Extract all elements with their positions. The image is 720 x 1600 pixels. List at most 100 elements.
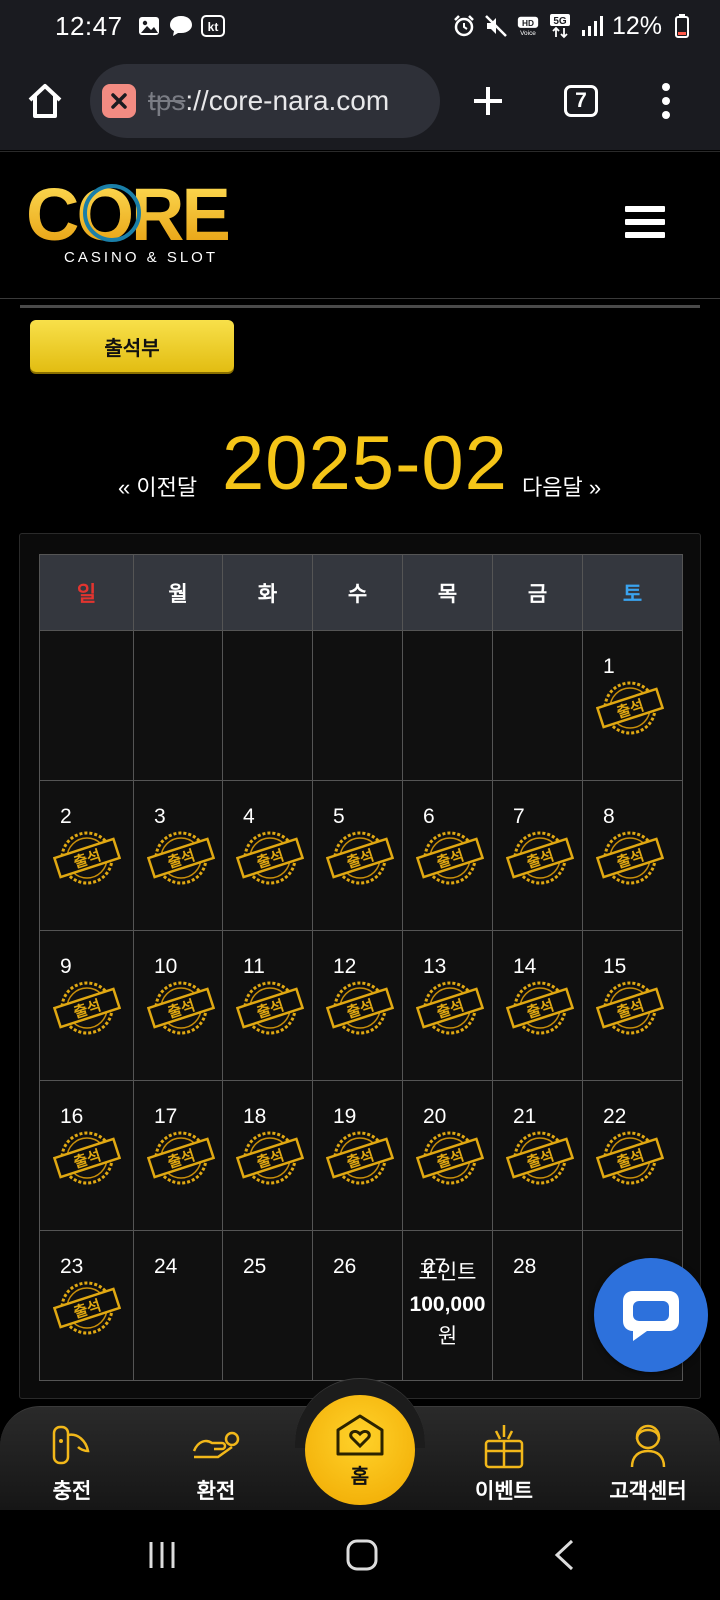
- nav-withdraw-label: 환전: [196, 1480, 236, 1503]
- browser-toolbar: tps://core-nara.com 7: [0, 52, 720, 150]
- calendar-day-cell: [312, 630, 403, 781]
- day-number: 17: [154, 1105, 178, 1128]
- point-reward: 포인트 100,000 원: [403, 1257, 492, 1353]
- day-number: 28: [513, 1255, 537, 1278]
- attendance-stamp-icon: 출석: [53, 981, 121, 1035]
- calendar-day-cell[interactable]: 13 출석: [402, 930, 493, 1081]
- calendar-day-cell[interactable]: 15 출석: [582, 930, 683, 1081]
- attendance-stamp-icon: 출석: [236, 831, 304, 885]
- status-time: 12:47: [55, 10, 123, 41]
- attendance-stamp-icon: 출석: [53, 1131, 121, 1185]
- calendar-day-cell[interactable]: 24: [133, 1230, 223, 1381]
- attendance-stamp-icon: 출석: [506, 831, 574, 885]
- nav-withdraw[interactable]: 환전: [166, 1421, 266, 1505]
- day-number: 21: [513, 1105, 537, 1128]
- calendar-day-cell[interactable]: 19 출석: [312, 1080, 403, 1231]
- calendar-day-cell[interactable]: 1 출석: [582, 630, 683, 781]
- android-home-button[interactable]: [302, 1510, 422, 1600]
- day-number: 24: [154, 1255, 178, 1278]
- day-number: 23: [60, 1255, 84, 1278]
- android-home-icon: [346, 1539, 378, 1571]
- attendance-stamp-icon: 출석: [236, 1131, 304, 1185]
- core-logo[interactable]: CORE CASINO & SLOT: [26, 178, 256, 268]
- alarm-icon: [452, 15, 476, 37]
- day-number: 6: [423, 805, 435, 828]
- divider: [20, 305, 700, 308]
- calendar-day-cell: [492, 630, 583, 781]
- calendar-day-cell[interactable]: 3 출석: [133, 780, 223, 931]
- calendar-day-cell[interactable]: 26: [312, 1230, 403, 1381]
- calendar-day-cell[interactable]: 9 출석: [39, 930, 134, 1081]
- day-number: 5: [333, 805, 345, 828]
- calendar-week-row: 1 출석: [39, 630, 683, 781]
- calendar-day-cell[interactable]: 18 출석: [222, 1080, 313, 1231]
- calendar-day-cell[interactable]: 8 출석: [582, 780, 683, 931]
- calendar-day-cell[interactable]: 6 출석: [402, 780, 493, 931]
- svg-text:5G: 5G: [553, 16, 567, 27]
- calendar-day-cell[interactable]: 4 출석: [222, 780, 313, 931]
- browser-home-button[interactable]: [0, 52, 90, 150]
- back-button[interactable]: [504, 1510, 624, 1600]
- site-header: CORE CASINO & SLOT: [0, 151, 720, 299]
- calendar-day-cell[interactable]: 14 출석: [492, 930, 583, 1081]
- svg-text:kt: kt: [207, 20, 218, 34]
- hamburger-line-icon: [625, 219, 665, 225]
- day-number: 14: [513, 955, 537, 978]
- prev-month-link[interactable]: « 이전달: [118, 470, 197, 502]
- day-number: 15: [603, 955, 627, 978]
- calendar-day-cell: [402, 630, 493, 781]
- calendar-day-cell: [39, 630, 134, 781]
- calendar-day-cell[interactable]: 5 출석: [312, 780, 403, 931]
- gallery-icon: [137, 15, 161, 37]
- calendar-day-cell[interactable]: 27 포인트 100,000 원: [402, 1230, 493, 1381]
- attendance-tab[interactable]: 출석부: [30, 320, 234, 372]
- live-chat-button[interactable]: [594, 1258, 708, 1372]
- calendar-day-cell[interactable]: 7 출석: [492, 780, 583, 931]
- calendar-day-cell: [133, 630, 223, 781]
- attendance-stamp-icon: 출석: [326, 981, 394, 1035]
- calendar-day-cell[interactable]: 10 출석: [133, 930, 223, 1081]
- nav-deposit[interactable]: 충전: [22, 1421, 122, 1505]
- support-icon: [630, 1424, 666, 1468]
- menu-button[interactable]: [625, 206, 665, 238]
- hd-voice-icon: HD Voice: [516, 15, 540, 37]
- kt-icon: kt: [200, 15, 225, 37]
- battery-level: 12%: [611, 11, 662, 40]
- calendar-day-cell[interactable]: 17 출석: [133, 1080, 223, 1231]
- battery-icon: [670, 14, 694, 38]
- calendar-day-cell[interactable]: 12 출석: [312, 930, 403, 1081]
- calendar-day-cell[interactable]: 16 출석: [39, 1080, 134, 1231]
- nav-home[interactable]: 홈: [305, 1395, 415, 1505]
- tab-switcher-button[interactable]: 7: [536, 52, 626, 150]
- recent-apps-button[interactable]: [102, 1510, 222, 1600]
- calendar-week-row: 16 출석 17 출석 18 출석 19 출석 20 출석 21 출석 22 출석: [39, 1080, 683, 1231]
- browser-menu-button[interactable]: [626, 52, 706, 150]
- status-bar: 12:47 kt HD Voice 5G 12%: [0, 0, 720, 52]
- attendance-calendar: 일 월 화 수 목 금 토 1 출석 2 출석 3 출석 4 출석 5 출석 6 출석 7 출석 8 출석 9 출…: [39, 554, 683, 1381]
- new-tab-button[interactable]: [440, 52, 536, 150]
- nav-event[interactable]: 이벤트: [454, 1421, 554, 1505]
- calendar-day-cell[interactable]: 22 출석: [582, 1080, 683, 1231]
- nav-support[interactable]: 고객센터: [598, 1421, 698, 1505]
- attendance-stamp-icon: 출석: [596, 981, 664, 1035]
- calendar-day-cell[interactable]: 2 출석: [39, 780, 134, 931]
- attendance-stamp-icon: 출석: [147, 1131, 215, 1185]
- svg-text:Voice: Voice: [520, 30, 536, 37]
- more-dot-icon: [662, 97, 670, 105]
- day-number: 20: [423, 1105, 447, 1128]
- calendar-day-cell[interactable]: 11 출석: [222, 930, 313, 1081]
- calendar-day-cell[interactable]: 21 출석: [492, 1080, 583, 1231]
- home-icon: [28, 84, 62, 118]
- calendar-day-cell[interactable]: 28: [492, 1230, 583, 1381]
- back-chevron-icon: [554, 1539, 574, 1571]
- url-bar[interactable]: tps://core-nara.com: [90, 64, 440, 138]
- calendar-day-cell[interactable]: 23 출석: [39, 1230, 134, 1381]
- day-number: 3: [154, 805, 166, 828]
- day-number: 11: [243, 955, 265, 978]
- day-number: 13: [423, 955, 447, 978]
- day-number: 7: [513, 805, 525, 828]
- next-month-link[interactable]: 다음달 »: [522, 470, 601, 502]
- day-number: 9: [60, 955, 72, 978]
- calendar-day-cell[interactable]: 25: [222, 1230, 313, 1381]
- calendar-day-cell[interactable]: 20 출석: [402, 1080, 493, 1231]
